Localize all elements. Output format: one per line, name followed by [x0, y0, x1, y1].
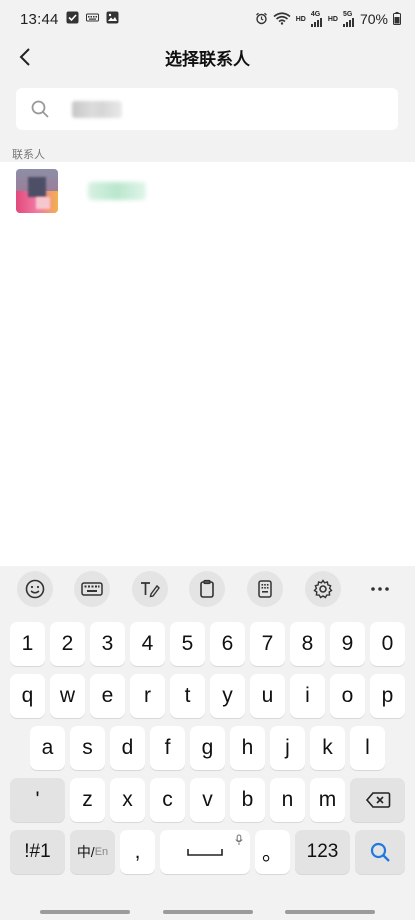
hd-label-1: HD — [295, 15, 306, 23]
key-f[interactable]: f — [150, 726, 185, 770]
key-e[interactable]: e — [90, 674, 125, 718]
gallery-notification-icon — [106, 11, 119, 27]
checkbox-notification-icon — [66, 11, 79, 27]
network-type-1: 4G — [310, 10, 321, 18]
key-t[interactable]: t — [170, 674, 205, 718]
clipboard-button[interactable] — [189, 571, 226, 607]
key-7[interactable]: 7 — [250, 622, 285, 666]
key-h[interactable]: h — [230, 726, 265, 770]
key-y[interactable]: y — [210, 674, 245, 718]
key-q[interactable]: q — [10, 674, 45, 718]
settings-button[interactable] — [304, 571, 341, 607]
key-p[interactable]: p — [370, 674, 405, 718]
key-8[interactable]: 8 — [290, 622, 325, 666]
numbers-key[interactable]: 123 — [295, 830, 350, 874]
text-pen-icon — [140, 582, 160, 598]
comma-key[interactable]: , — [120, 830, 155, 874]
network-type-2: 5G — [342, 10, 353, 18]
search-icon — [370, 842, 390, 862]
gesture-nav-bar — [0, 904, 415, 920]
more-horizontal-icon — [371, 587, 389, 591]
more-options-button[interactable] — [362, 571, 398, 607]
search-query-redacted — [72, 101, 122, 118]
one-hand-keyboard-button[interactable] — [247, 571, 284, 607]
page-title: 选择联系人 — [165, 49, 250, 69]
keyboard-notification-icon — [85, 11, 99, 27]
key-d[interactable]: d — [110, 726, 145, 770]
space-key[interactable] — [160, 830, 250, 874]
language-key-sublabel: En — [94, 846, 109, 858]
key-n[interactable]: n — [270, 778, 305, 822]
contact-avatar — [16, 169, 58, 213]
key-1[interactable]: 1 — [10, 622, 45, 666]
battery-icon — [393, 11, 401, 27]
backspace-key[interactable] — [350, 778, 405, 822]
compact-keyboard-icon — [258, 580, 272, 598]
emoji-icon — [25, 579, 45, 599]
key-l[interactable]: l — [350, 726, 385, 770]
key-j[interactable]: j — [270, 726, 305, 770]
key-a[interactable]: a — [30, 726, 65, 770]
period-key[interactable]: 。 — [255, 830, 290, 874]
space-bar-icon — [187, 849, 223, 856]
key-o[interactable]: o — [330, 674, 365, 718]
key-4[interactable]: 4 — [130, 622, 165, 666]
nav-gesture-left[interactable] — [40, 910, 130, 914]
key-x[interactable]: x — [110, 778, 145, 822]
back-button[interactable] — [12, 44, 38, 70]
key-s[interactable]: s — [70, 726, 105, 770]
keyboard-icon — [81, 582, 104, 596]
key-c[interactable]: c — [150, 778, 185, 822]
keyboard-mode-button[interactable] — [74, 571, 111, 607]
gear-icon — [313, 579, 333, 599]
hd-label-2: HD — [327, 15, 338, 23]
clipboard-icon — [200, 579, 215, 598]
contact-list — [0, 162, 415, 566]
emoji-button[interactable] — [16, 571, 53, 607]
handwriting-button[interactable] — [131, 571, 168, 607]
key-g[interactable]: g — [190, 726, 225, 770]
section-label-contacts: 联系人 — [12, 149, 45, 161]
symbols-key[interactable]: !#1 — [10, 830, 65, 874]
nav-gesture-home[interactable] — [162, 910, 253, 914]
key-u[interactable]: u — [250, 674, 285, 718]
key-2[interactable]: 2 — [50, 622, 85, 666]
microphone-icon — [235, 834, 243, 845]
status-bar: 13:44 HD 4G HD 5G 70% — [0, 0, 415, 38]
app-header: 选择联系人 — [0, 38, 415, 76]
key-z[interactable]: z — [70, 778, 105, 822]
key-6[interactable]: 6 — [210, 622, 245, 666]
nav-gesture-right[interactable] — [285, 910, 375, 914]
key-k[interactable]: k — [310, 726, 345, 770]
contact-item[interactable] — [0, 162, 415, 220]
key-i[interactable]: i — [290, 674, 325, 718]
wifi-icon — [273, 11, 291, 27]
alarm-icon — [255, 12, 268, 27]
signal-icon-2 — [342, 17, 355, 28]
keyboard-toolbar — [0, 566, 415, 612]
signal-icon-1 — [310, 17, 323, 28]
key-b[interactable]: b — [230, 778, 265, 822]
back-arrow-icon — [19, 48, 30, 66]
search-icon — [31, 100, 49, 118]
backspace-icon — [365, 792, 390, 808]
key-v[interactable]: v — [190, 778, 225, 822]
contact-name-redacted — [88, 182, 146, 200]
key-w[interactable]: w — [50, 674, 85, 718]
key-9[interactable]: 9 — [330, 622, 365, 666]
search-box[interactable] — [16, 88, 398, 130]
soft-keyboard: 1 2 3 4 5 6 7 8 9 0 q w e r t y u i o p … — [0, 612, 415, 904]
language-key-label: 中/ — [76, 844, 95, 860]
key-3[interactable]: 3 — [90, 622, 125, 666]
key-0[interactable]: 0 — [370, 622, 405, 666]
key-apostrophe[interactable]: ' — [10, 778, 65, 822]
key-r[interactable]: r — [130, 674, 165, 718]
status-time: 13:44 — [20, 10, 59, 28]
search-key[interactable] — [355, 830, 405, 874]
battery-percent: 70% — [359, 11, 388, 27]
key-5[interactable]: 5 — [170, 622, 205, 666]
language-switch-key[interactable]: 中/En — [70, 830, 115, 874]
key-m[interactable]: m — [310, 778, 345, 822]
